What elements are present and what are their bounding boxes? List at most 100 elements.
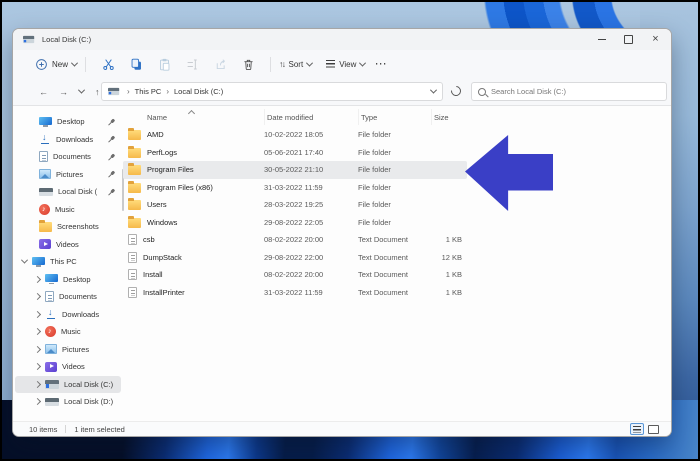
delete-button[interactable] [234, 58, 262, 71]
file-date-cell: 31-03-2022 11:59 [264, 287, 323, 297]
details-view-button[interactable] [630, 423, 644, 435]
column-header-label: Type [361, 112, 378, 122]
breadcrumb-item-this-pc[interactable]: This PC [135, 87, 162, 96]
sidebar-item-desktop[interactable]: Desktop [15, 271, 121, 289]
sidebar-item-documents[interactable]: Documents [15, 148, 121, 166]
chevron-down-icon [20, 256, 29, 264]
refresh-icon[interactable] [448, 83, 464, 99]
sidebar-item-screenshots[interactable]: Screenshots [15, 218, 121, 236]
up-button[interactable]: ↑ [95, 87, 100, 97]
picture-icon [45, 344, 57, 355]
file-name-label: Users [147, 200, 167, 210]
quick-access-list: Desktop Downloads Documents Pictures Local D… [15, 113, 121, 253]
view-button-label: View [339, 59, 357, 69]
sidebar-item-music[interactable]: Music [15, 201, 121, 219]
cut-button[interactable] [94, 58, 122, 71]
file-size-cell: 1 KB [445, 270, 462, 280]
sidebar-item-this-pc[interactable]: This PC [15, 253, 121, 271]
sidebar-item-desktop[interactable]: Desktop [15, 113, 121, 131]
file-type-cell: File folder [358, 165, 391, 175]
file-row-users[interactable]: Users 28-03-2022 19:25 File folder [123, 196, 467, 214]
nav-arrows: ← → ↑ [13, 87, 101, 97]
file-row-csb[interactable]: csb 08-02-2022 20:00 Text Document 1 KB [123, 231, 467, 249]
sidebar-item-videos[interactable]: Videos [15, 236, 121, 254]
view-lines-icon [326, 60, 336, 68]
file-row-perflogs[interactable]: PerfLogs 05-06-2021 17:40 File folder [123, 144, 467, 162]
explorer-window: Local Disk (C:) × New ↑↓ Sort View ··· ←… [12, 28, 672, 437]
column-header-type[interactable]: Type [358, 109, 431, 125]
new-button-label: New [52, 59, 69, 69]
minimize-button[interactable] [588, 29, 615, 50]
chevron-right-icon [33, 363, 42, 371]
file-row-program-files-x86[interactable]: Program Files (x86) 31-03-2022 11:59 File … [123, 179, 467, 197]
file-row-dumpstack[interactable]: DumpStack 29-08-2022 22:00 Text Document 12… [123, 249, 467, 267]
column-header-date[interactable]: Date modified [264, 109, 358, 125]
file-list: AMD 10-02-2022 18:05 File folder PerfLogs 05… [123, 126, 467, 301]
file-date-cell: 31-03-2022 11:59 [264, 182, 323, 192]
sidebar-item-pictures[interactable]: Pictures [15, 341, 121, 359]
chevron-right-icon [33, 398, 42, 406]
pin-icon [105, 151, 116, 162]
column-header-name[interactable]: Name [123, 109, 264, 125]
sidebar-item-pictures[interactable]: Pictures [15, 166, 121, 184]
share-button[interactable] [206, 58, 234, 71]
breadcrumb-item-local-disk-c[interactable]: Local Disk (C:) [174, 87, 223, 96]
new-button[interactable]: New [35, 58, 79, 71]
address-dropdown-chevron-icon[interactable] [429, 86, 438, 94]
sidebar-item-local-disk[interactable]: Local Disk ( [15, 183, 121, 201]
maximize-icon [624, 35, 633, 44]
rename-icon [187, 59, 197, 69]
text-document-icon [128, 251, 137, 263]
sidebar-item-label: Pictures [62, 344, 90, 354]
sidebar-item-downloads[interactable]: Downloads [15, 131, 121, 149]
file-name-cell: Program Files (x86) [123, 180, 264, 193]
navigation-pane: Desktop Downloads Documents Pictures Local D… [15, 113, 121, 411]
file-name-label: InstallPrinter [143, 287, 185, 297]
paste-button[interactable] [150, 58, 178, 71]
sidebar-item-videos[interactable]: Videos [15, 358, 121, 376]
column-header-size[interactable]: Size [431, 109, 467, 125]
this-pc-children: Desktop Documents Downloads Music Pictures Vi… [15, 271, 121, 411]
breadcrumb[interactable]: › This PC › Local Disk (C:) [101, 82, 443, 101]
recent-locations-chevron-icon[interactable] [77, 86, 86, 94]
close-button[interactable]: × [642, 29, 669, 50]
file-row-installprinter[interactable]: InstallPrinter 31-03-2022 11:59 Text Docum… [123, 284, 467, 302]
videos-icon [39, 239, 51, 250]
rename-button[interactable] [178, 58, 206, 71]
file-row-windows[interactable]: Windows 29-08-2022 22:05 File folder [123, 214, 467, 232]
see-more-button[interactable]: ··· [375, 59, 387, 69]
window-controls: × [588, 29, 669, 50]
sidebar-item-local-disk-d[interactable]: Local Disk (D:) [15, 393, 121, 411]
file-name-cell: Windows [123, 215, 264, 228]
sort-button[interactable]: ↑↓ Sort [279, 59, 314, 69]
view-button[interactable]: View [326, 59, 367, 69]
status-divider [65, 425, 67, 433]
selection-count: 1 item selected [74, 424, 125, 434]
sidebar-item-music[interactable]: Music [15, 323, 121, 341]
file-row-install[interactable]: Install 08-02-2022 20:00 Text Document 1 KB [123, 266, 467, 284]
file-name-label: DumpStack [143, 252, 182, 262]
thumbnail-view-button[interactable] [648, 424, 659, 434]
forward-button[interactable]: → [59, 87, 68, 97]
drive-icon [108, 87, 120, 96]
back-button[interactable]: ← [39, 87, 48, 97]
sidebar-item-label: Videos [62, 362, 85, 372]
copy-button[interactable] [122, 58, 150, 71]
folder-icon [128, 180, 141, 193]
file-row-program-files[interactable]: Program Files 30-05-2022 21:10 File folder [123, 161, 467, 179]
chevron-right-icon [33, 275, 42, 283]
sidebar-item-label: Videos [56, 239, 79, 249]
file-date-cell: 08-02-2022 20:00 [264, 235, 324, 245]
maximize-button[interactable] [615, 29, 642, 50]
sidebar-item-local-disk-c[interactable]: Local Disk (C:) [15, 375, 121, 393]
sidebar-item-documents[interactable]: Documents [15, 288, 121, 306]
file-name-cell: csb [123, 234, 264, 246]
file-name-label: PerfLogs [147, 147, 178, 157]
file-type-cell: File folder [358, 130, 391, 140]
search-input[interactable] [491, 87, 660, 96]
file-row-amd[interactable]: AMD 10-02-2022 18:05 File folder [123, 126, 467, 144]
sidebar-item-downloads[interactable]: Downloads [15, 306, 121, 324]
search-box[interactable] [471, 82, 667, 101]
search-icon [478, 87, 486, 96]
title-bar[interactable]: Local Disk (C:) × [13, 29, 671, 50]
